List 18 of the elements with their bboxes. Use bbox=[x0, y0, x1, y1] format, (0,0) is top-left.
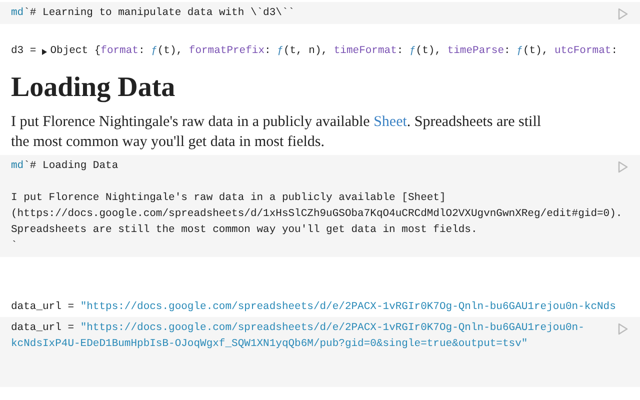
code-line: Spreadsheets are still the most common way you'll get data in most fields. bbox=[11, 222, 478, 238]
expand-icon[interactable] bbox=[42, 48, 48, 55]
run-icon[interactable] bbox=[618, 160, 628, 173]
code-line: ` bbox=[11, 238, 18, 254]
code-line: (https://docs.google.com/spreadsheets/d/1xHsSlCZh9uGSOba7KqO4uCRCdMdlO2VXUgvnGwnXReg/edit#gid=0). bbox=[11, 206, 622, 222]
section-heading: Loading Data bbox=[10, 70, 176, 105]
run-icon[interactable] bbox=[618, 8, 628, 20]
code-line: md`# Learning to manipulate data with \`d3\`` bbox=[11, 6, 295, 21]
code-line: kcNdsIxP4U-EDeD1BumHpbIsB-OJoqWgxf_SQW1XN1yqQb6M/pub?gid=0&single=true&output=tsv" bbox=[11, 336, 528, 352]
code-line: data_url = "https://docs.google.com/spreadsheets/d/e/2PACX-1vRGIr0K7Og-Qnln-bu6GAU1rejou0n- bbox=[11, 320, 584, 336]
variable-name: d3 = bbox=[11, 44, 36, 59]
code-line: I put Florence Nightingale's raw data in a publicly available [Sheet] bbox=[11, 190, 446, 206]
run-icon[interactable] bbox=[618, 322, 628, 335]
code-line: md`# Loading Data bbox=[11, 158, 118, 174]
paragraph: I put Florence Nightingale's raw data in a publicly available Sheet. Spreadsheets are still the most common way you'll get data in most fields. bbox=[11, 112, 542, 152]
sheet-link[interactable]: Sheet bbox=[374, 114, 407, 130]
object-preview: Object {format: ƒ(t), formatPrefix: ƒ(t, n), timeFormat: ƒ(t), timeParse: ƒ(t), utcFormat: bbox=[50, 44, 618, 59]
value-line: data_url = "https://docs.google.com/spreadsheets/d/e/2PACX-1vRGIr0K7Og-Qnln-bu6GAU1rejou0n-kcNds bbox=[11, 300, 616, 315]
